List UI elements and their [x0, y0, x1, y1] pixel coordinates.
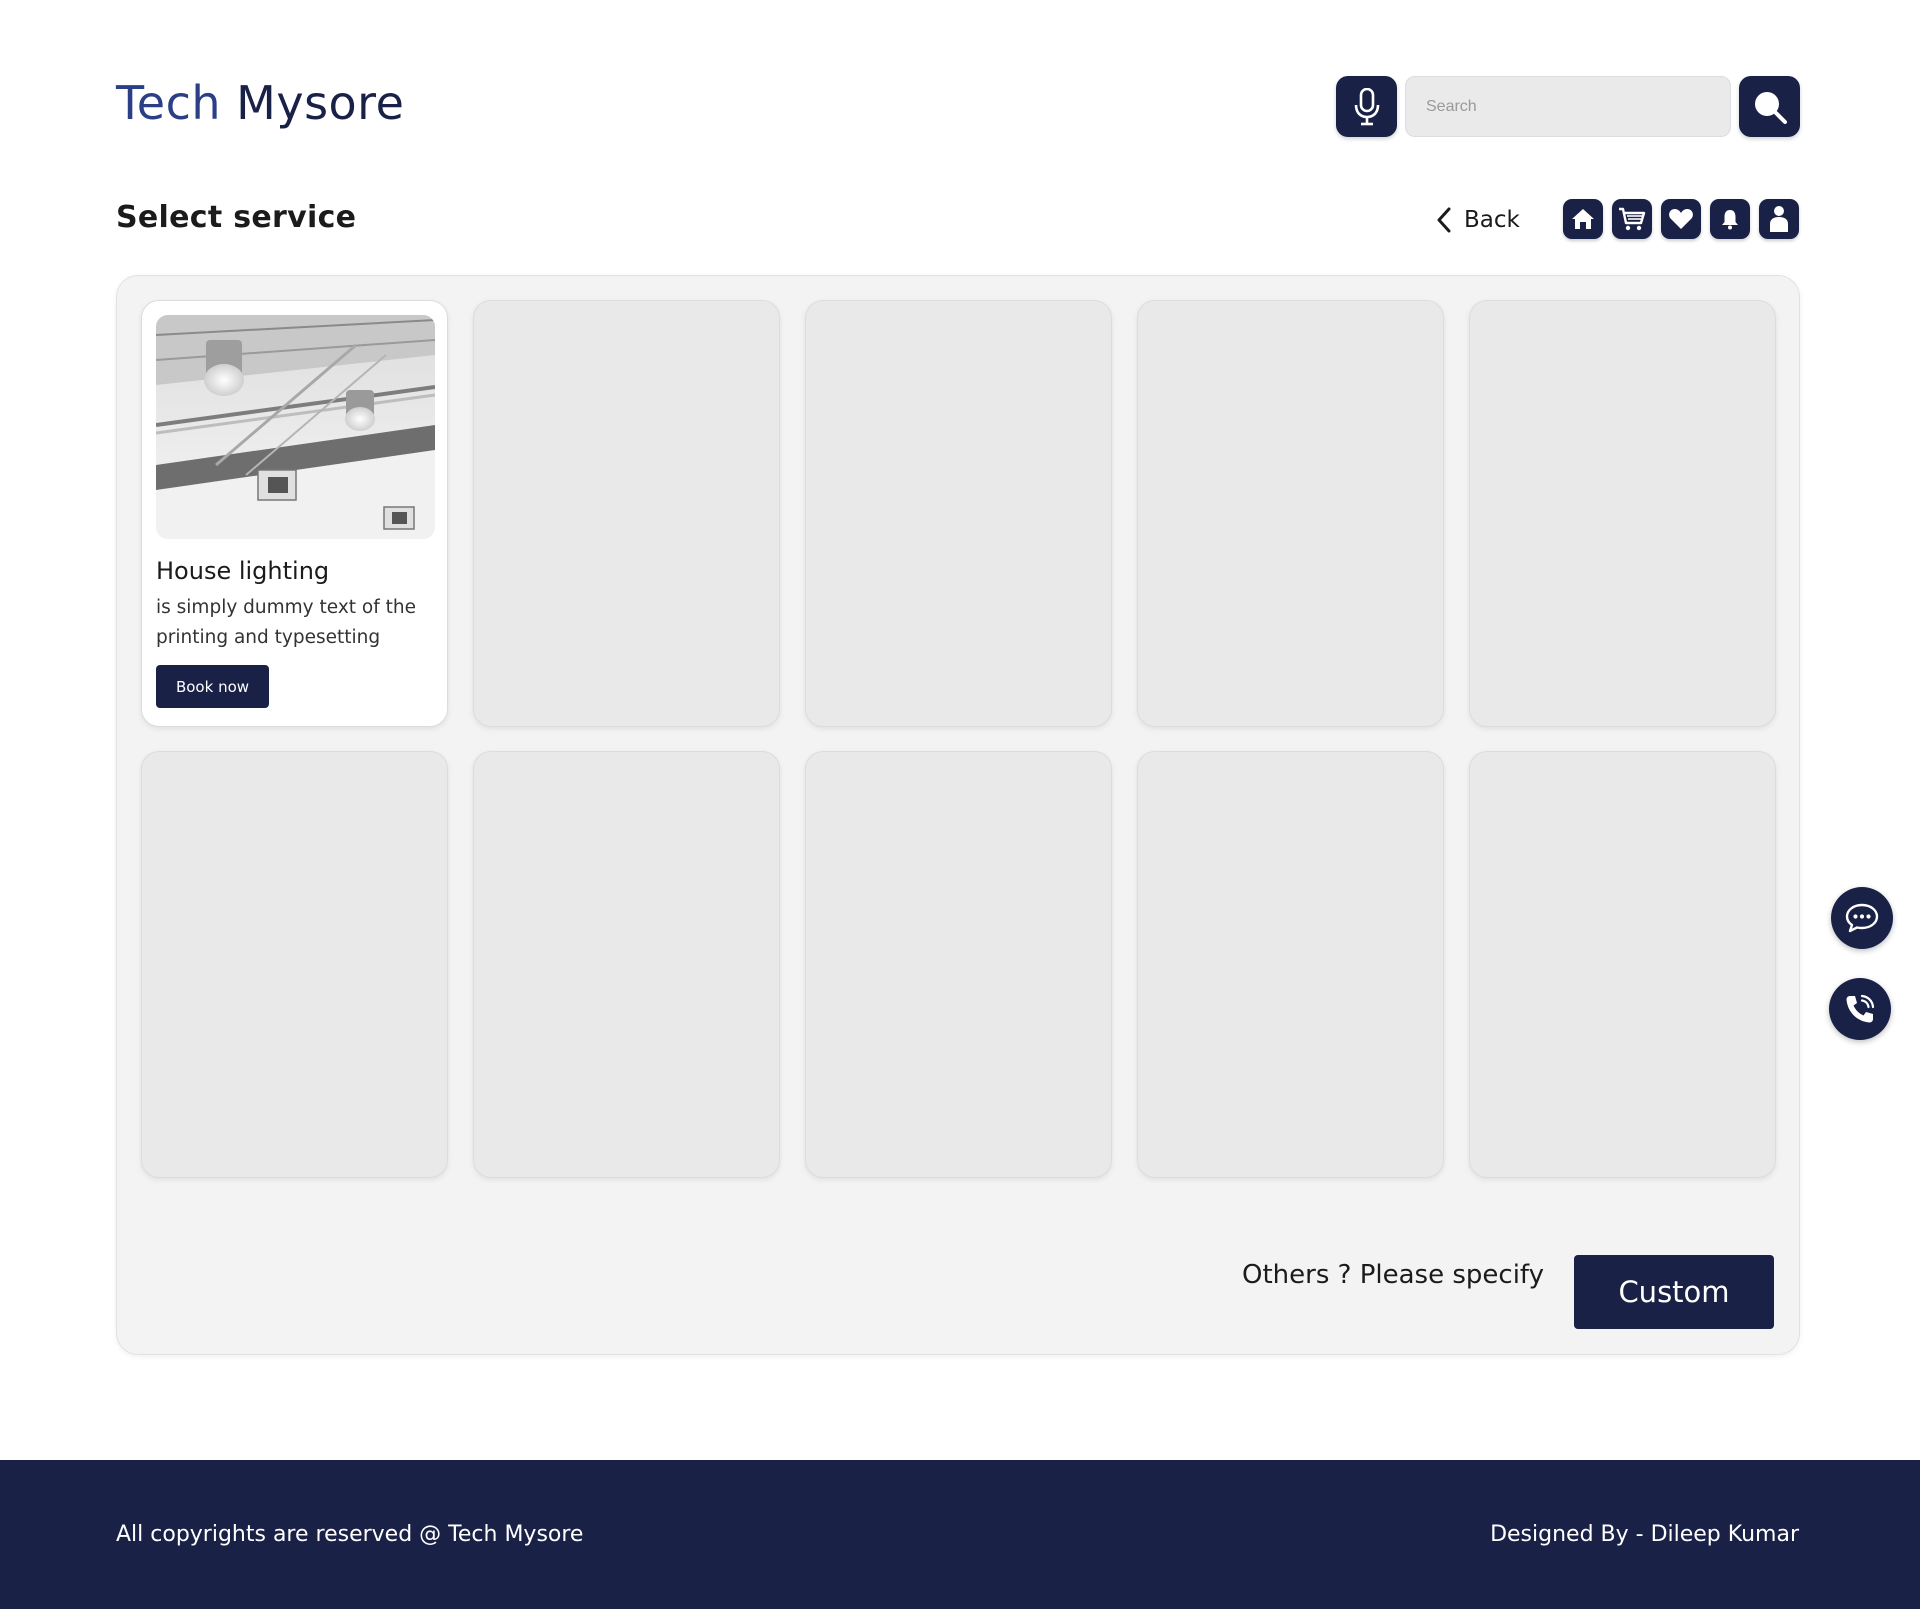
back-button[interactable]: Back: [1436, 203, 1520, 237]
voice-search-button[interactable]: [1336, 76, 1397, 137]
service-card[interactable]: House lighting is simply dummy text of t…: [141, 300, 448, 727]
designer-credit: Designed By - Dileep Kumar: [1490, 1522, 1799, 1547]
logo-word-tech: Tech: [116, 76, 222, 130]
service-card-placeholder: [805, 751, 1112, 1178]
search-bar: [1336, 76, 1800, 137]
footer: All copyrights are reserved @ Tech Mysor…: [0, 1460, 1920, 1609]
service-card-placeholder: [805, 300, 1112, 727]
phone-call-icon: [1846, 994, 1875, 1023]
book-now-button[interactable]: Book now: [156, 665, 269, 708]
cart-icon: [1619, 207, 1646, 231]
service-card-placeholder: [1137, 300, 1444, 727]
chat-button[interactable]: [1831, 887, 1893, 949]
logo-word-mysore: Mysore: [236, 76, 405, 130]
search-input[interactable]: [1405, 76, 1731, 137]
service-card-placeholder: [141, 751, 448, 1178]
user-icon: [1770, 206, 1788, 232]
services-panel: House lighting is simply dummy text of t…: [116, 275, 1800, 1355]
cart-button[interactable]: [1612, 199, 1652, 239]
search-button[interactable]: [1739, 76, 1800, 137]
notifications-button[interactable]: [1710, 199, 1750, 239]
custom-button[interactable]: Custom: [1574, 1255, 1774, 1329]
favorites-button[interactable]: [1661, 199, 1701, 239]
heart-icon: [1669, 209, 1693, 229]
magnifier-icon: [1754, 91, 1787, 124]
call-button[interactable]: [1829, 978, 1891, 1040]
copyright-text: All copyrights are reserved @ Tech Mysor…: [116, 1522, 584, 1547]
site-logo[interactable]: Tech Mysore: [116, 76, 404, 130]
bell-icon: [1722, 210, 1738, 230]
service-card-placeholder: [1469, 751, 1776, 1178]
chevron-left-icon: [1437, 207, 1451, 233]
service-card-placeholder: [473, 751, 780, 1178]
ceiling-lights-photo: [156, 315, 435, 539]
service-card-placeholder: [473, 300, 780, 727]
others-prompt: Others ? Please specify: [1242, 1260, 1544, 1290]
chat-bubble-icon: [1845, 903, 1879, 933]
microphone-icon: [1354, 87, 1379, 125]
service-image: [156, 315, 435, 539]
profile-button[interactable]: [1759, 199, 1799, 239]
quick-nav: [1563, 199, 1808, 239]
service-card-placeholder: [1469, 300, 1776, 727]
service-title: House lighting: [156, 557, 330, 585]
home-icon: [1572, 209, 1594, 229]
service-description: is simply dummy text of the printing and…: [156, 597, 416, 648]
home-button[interactable]: [1563, 199, 1603, 239]
service-card-placeholder: [1137, 751, 1444, 1178]
page-title: Select service: [116, 200, 357, 235]
back-label: Back: [1464, 207, 1520, 233]
